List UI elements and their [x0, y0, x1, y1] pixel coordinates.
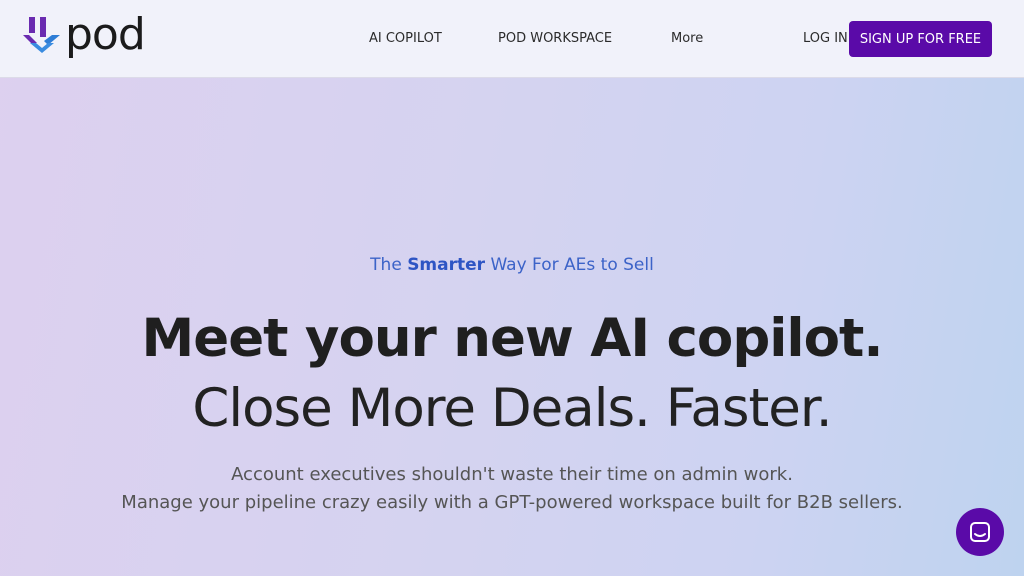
hero-subheadline: Close More Deals. Faster. [192, 378, 832, 439]
login-link[interactable]: LOG IN [803, 31, 848, 46]
chat-icon [970, 522, 990, 542]
hero-description-line2: Manage your pipeline crazy easily with a… [121, 492, 903, 513]
logo[interactable]: pod [21, 9, 146, 60]
tagline: The Smarter Way For AEs to Sell [0, 255, 1024, 275]
nav-ai-copilot[interactable]: AI COPILOT [369, 31, 442, 46]
hero-headline: Meet your new AI copilot. [141, 308, 884, 369]
pod-logo-icon [23, 17, 60, 53]
nav-pod-workspace[interactable]: POD WORKSPACE [498, 31, 612, 46]
nav-more[interactable]: More [671, 31, 703, 46]
chat-launcher-button[interactable] [956, 508, 1004, 556]
tagline-emphasis: Smarter [407, 255, 486, 275]
hero-description-line1: Account executives shouldn't waste their… [231, 464, 793, 485]
tagline-suffix: Way For AEs to Sell [485, 255, 654, 275]
top-nav: pod AI COPILOT POD WORKSPACE More LOG IN… [0, 0, 1024, 78]
logo-text: pod [65, 9, 146, 60]
signup-button[interactable]: SIGN UP FOR FREE [849, 21, 992, 57]
tagline-prefix: The [370, 255, 408, 275]
